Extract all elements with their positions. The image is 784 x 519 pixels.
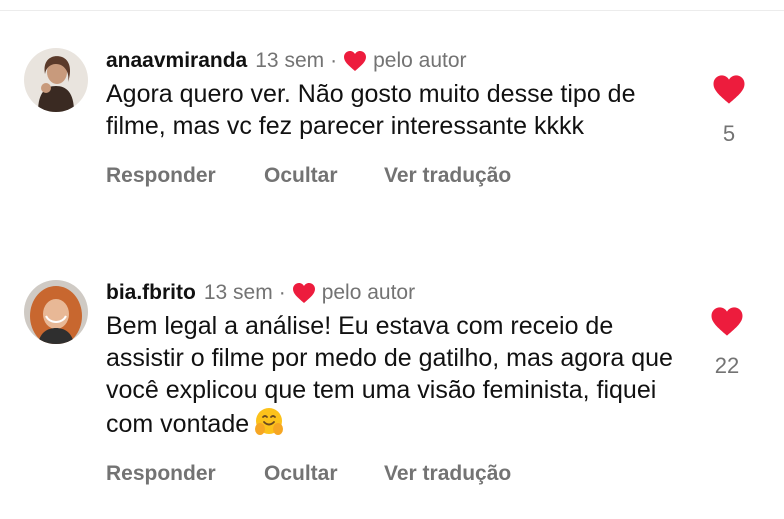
liked-by-author-label: pelo autor [321, 281, 416, 304]
comments-page: anaavmiranda 13 sem · pelo autor Agora q… [0, 0, 784, 519]
reply-button[interactable]: Responder [106, 164, 264, 188]
like-count: 22 [714, 353, 740, 378]
hide-button[interactable]: Ocultar [264, 462, 384, 486]
username[interactable]: anaavmiranda [106, 49, 247, 73]
comment-meta: anaavmiranda 13 sem · pelo autor [106, 46, 686, 76]
like-control: 22 [710, 306, 744, 379]
reply-button[interactable]: Responder [106, 462, 264, 486]
like-control: 5 [712, 74, 746, 147]
like-heart-icon[interactable] [710, 306, 744, 337]
hugging-face-emoji-icon [253, 406, 285, 438]
avatar[interactable] [24, 280, 88, 344]
username[interactable]: bia.fbrito [106, 281, 196, 305]
comment-time: 13 sem [255, 49, 325, 72]
separator-dot: · [330, 49, 338, 72]
comment-body: bia.fbrito 13 sem · pelo autor Bem legal… [106, 278, 686, 486]
comment-text: Agora quero ver. Não gosto muito desse t… [106, 80, 636, 140]
top-divider [0, 10, 784, 11]
comment-text: Bem legal a análise! Eu estava com recei… [106, 310, 686, 440]
separator-dot: · [278, 281, 286, 304]
comment-text-content: Bem legal a análise! Eu estava com recei… [106, 312, 673, 438]
avatar[interactable] [24, 48, 88, 112]
hide-button[interactable]: Ocultar [264, 164, 384, 188]
comment-time: 13 sem [203, 281, 273, 304]
see-translation-button[interactable]: Ver tradução [384, 164, 511, 188]
see-translation-button[interactable]: Ver tradução [384, 462, 511, 486]
comment-actions: Responder Ocultar Ver tradução [106, 462, 686, 486]
comment-body: anaavmiranda 13 sem · pelo autor Agora q… [106, 46, 686, 188]
heart-icon [343, 50, 367, 72]
like-count: 5 [722, 121, 736, 146]
like-heart-icon[interactable] [712, 74, 746, 105]
comment-meta: bia.fbrito 13 sem · pelo autor [106, 278, 686, 308]
liked-by-author-label: pelo autor [373, 49, 467, 72]
comment-actions: Responder Ocultar Ver tradução [106, 164, 686, 188]
heart-icon [292, 282, 316, 304]
